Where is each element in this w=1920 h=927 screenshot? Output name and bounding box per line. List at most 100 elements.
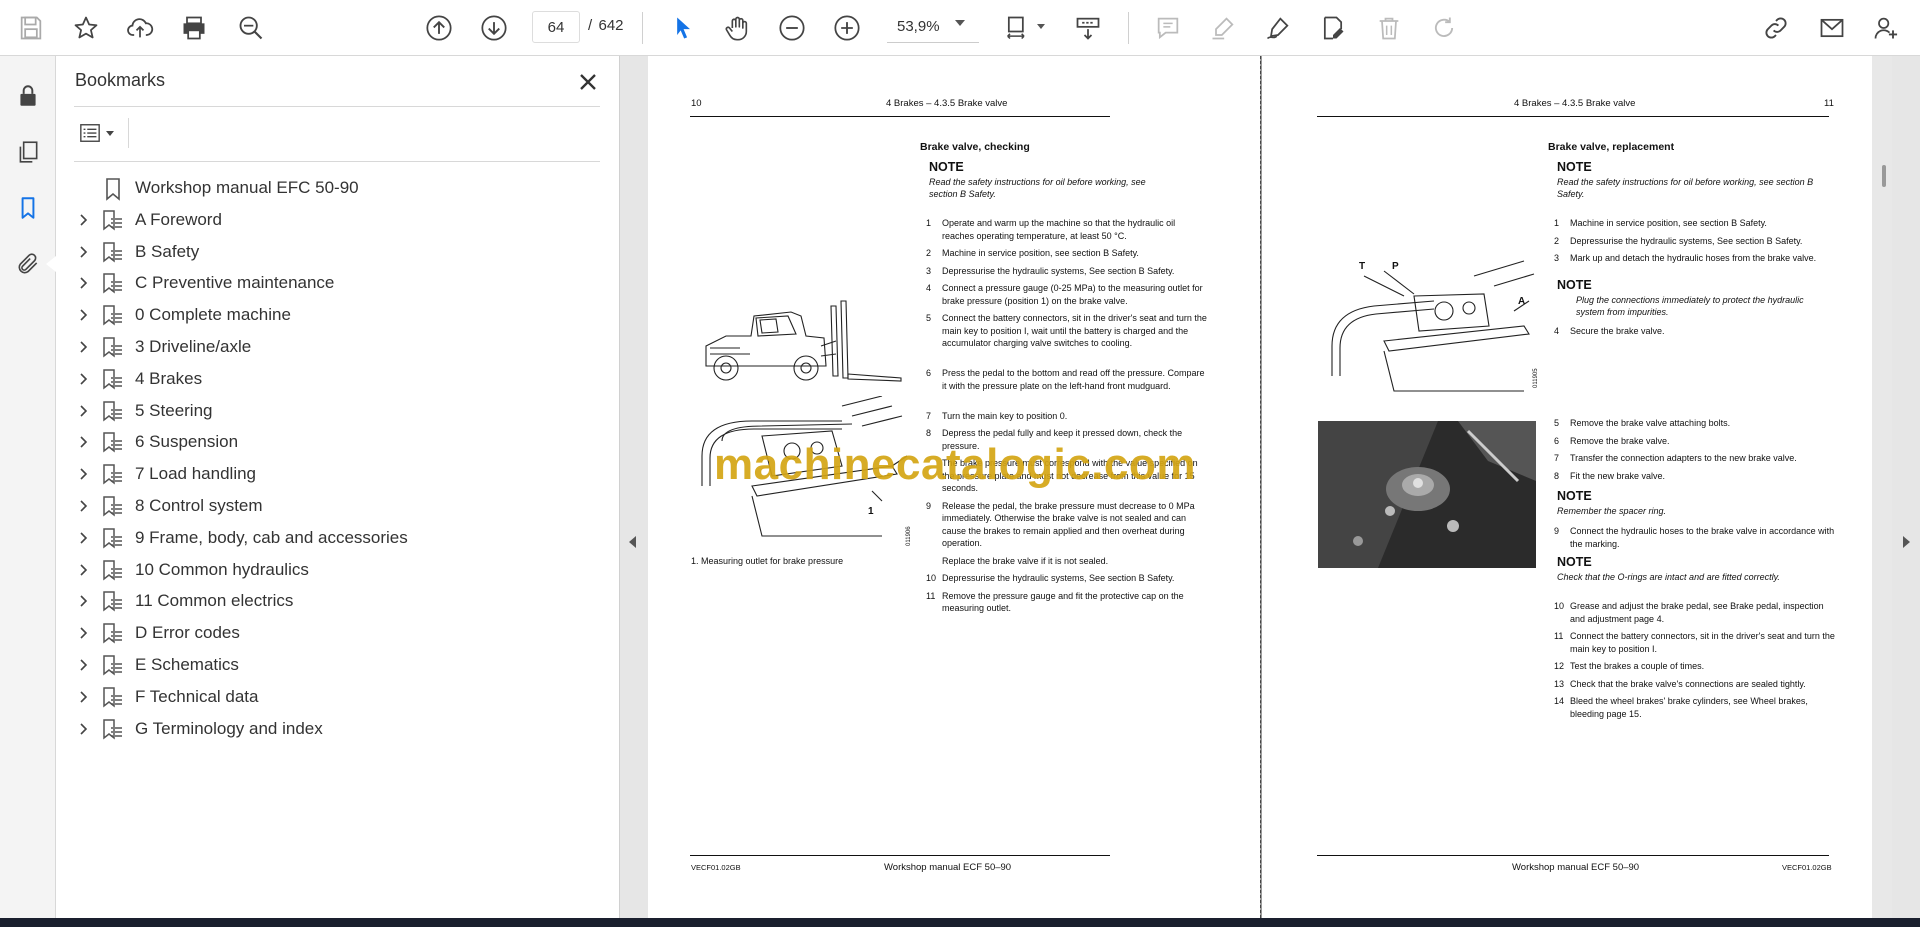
scroll-mode-icon[interactable] bbox=[1068, 8, 1108, 48]
zoom-search-icon[interactable] bbox=[231, 8, 271, 48]
header-rule bbox=[690, 116, 1110, 117]
brake-valve-photo bbox=[1318, 421, 1536, 568]
zoom-in-icon[interactable] bbox=[827, 8, 867, 48]
bookmark-item[interactable]: D Error codes bbox=[66, 615, 606, 651]
watermark-text: machinecatalogic.com bbox=[714, 440, 1196, 489]
expand-right-panel[interactable] bbox=[1892, 56, 1920, 918]
rotate-icon[interactable] bbox=[1424, 8, 1464, 48]
star-icon[interactable] bbox=[66, 8, 106, 48]
label-p: P bbox=[1392, 261, 1399, 272]
bookmark-item[interactable]: 3 Driveline/axle bbox=[66, 329, 606, 365]
bookmark-panel-icon[interactable] bbox=[8, 188, 48, 228]
bookmark-item[interactable]: B Safety bbox=[66, 234, 606, 270]
zoom-out-icon[interactable] bbox=[772, 8, 812, 48]
chevron-right-icon[interactable] bbox=[76, 499, 90, 513]
chevron-down-icon[interactable] bbox=[1037, 24, 1045, 29]
scrollbar-thumb[interactable] bbox=[1882, 165, 1886, 187]
chevron-right-icon[interactable] bbox=[76, 467, 90, 481]
chevron-right-icon[interactable] bbox=[76, 404, 90, 418]
upload-cloud-icon[interactable] bbox=[120, 8, 160, 48]
select-cursor-icon[interactable] bbox=[663, 8, 703, 48]
bookmark-item[interactable]: F Technical data bbox=[66, 679, 606, 715]
label-t: T bbox=[1359, 261, 1366, 272]
chevron-right-icon[interactable] bbox=[76, 722, 90, 736]
email-icon[interactable] bbox=[1812, 8, 1852, 48]
highlight-pen-icon[interactable] bbox=[1203, 8, 1243, 48]
bookmark-item[interactable]: 11 Common electrics bbox=[66, 583, 606, 619]
figure-code: 011906 bbox=[906, 526, 912, 546]
save-icon[interactable] bbox=[11, 8, 51, 48]
share-link-icon[interactable] bbox=[1756, 8, 1796, 48]
delete-icon[interactable] bbox=[1369, 8, 1409, 48]
bookmark-item[interactable]: G Terminology and index bbox=[66, 711, 606, 747]
page-number-input[interactable] bbox=[532, 11, 580, 43]
chevron-right-icon[interactable] bbox=[76, 276, 90, 290]
next-page-icon[interactable] bbox=[474, 8, 514, 48]
bookmark-with-children-icon bbox=[103, 591, 122, 612]
edit-document-icon[interactable] bbox=[1313, 8, 1353, 48]
step-text: Machine in service position, see section… bbox=[1570, 218, 1767, 228]
step-text: Depressurise the hydraulic systems, See … bbox=[942, 265, 1175, 276]
chevron-right-icon[interactable] bbox=[76, 690, 90, 704]
bookmark-label: F Technical data bbox=[135, 686, 259, 706]
collapse-left-panel[interactable] bbox=[620, 56, 648, 918]
print-icon[interactable] bbox=[174, 8, 214, 48]
chevron-down-icon bbox=[106, 130, 114, 136]
attachment-icon[interactable] bbox=[8, 244, 48, 284]
page-fit-icon[interactable] bbox=[997, 8, 1037, 48]
chevron-right-icon[interactable] bbox=[76, 213, 90, 227]
bookmark-item[interactable]: E Schematics bbox=[66, 647, 606, 683]
bookmark-item[interactable]: 0 Complete machine bbox=[66, 297, 606, 333]
bookmark-item[interactable]: 7 Load handling bbox=[66, 456, 606, 492]
bookmark-with-children-icon bbox=[103, 496, 122, 517]
bookmark-item[interactable]: 6 Suspension bbox=[66, 424, 606, 460]
chevron-right-icon[interactable] bbox=[76, 308, 90, 322]
bookmark-with-children-icon bbox=[103, 528, 122, 549]
bookmark-with-children-icon bbox=[103, 559, 122, 581]
chevron-right-icon[interactable] bbox=[76, 563, 90, 577]
bookmark-label: C Preventive maintenance bbox=[135, 273, 335, 293]
zoom-level-select[interactable]: 53,9% bbox=[887, 11, 979, 43]
lock-icon[interactable] bbox=[8, 76, 48, 116]
pages-thumbnails-icon[interactable] bbox=[8, 132, 48, 172]
previous-page-icon[interactable] bbox=[419, 8, 459, 48]
bookmark-item[interactable]: 4 Brakes bbox=[66, 361, 606, 397]
zoom-level-value: 53,9% bbox=[897, 18, 940, 35]
close-icon[interactable] bbox=[574, 68, 602, 96]
bookmark-item[interactable]: 10 Common hydraulics bbox=[66, 552, 606, 588]
bookmark-item[interactable]: 8 Control system bbox=[66, 488, 606, 524]
comment-icon[interactable] bbox=[1148, 8, 1188, 48]
add-user-icon[interactable] bbox=[1866, 8, 1906, 48]
footer-code: VECF01.02GB bbox=[1782, 863, 1832, 872]
bookmark-item[interactable]: A Foreword bbox=[66, 202, 606, 238]
bookmark-options-menu[interactable] bbox=[74, 118, 122, 148]
bookmark-item[interactable]: Workshop manual EFC 50-90 bbox=[66, 170, 606, 206]
chevron-right-icon[interactable] bbox=[76, 531, 90, 545]
footer-code: VECF01.02GB bbox=[691, 863, 741, 872]
bookmark-item[interactable]: C Preventive maintenance bbox=[66, 265, 606, 301]
hand-tool-icon[interactable] bbox=[717, 8, 757, 48]
step-number: 5 bbox=[1554, 418, 1560, 428]
step-text: Press the pedal to the bottom and read o… bbox=[942, 368, 1205, 391]
bookmark-label: G Terminology and index bbox=[135, 718, 323, 738]
chevron-right-icon[interactable] bbox=[76, 658, 90, 672]
footer-rule bbox=[690, 855, 1110, 856]
bookmark-label: Workshop manual EFC 50-90 bbox=[135, 178, 359, 197]
step-text: Check that the brake valve's connections… bbox=[1570, 678, 1806, 689]
chevron-right-icon[interactable] bbox=[76, 245, 90, 259]
chevron-right-icon[interactable] bbox=[76, 340, 90, 354]
bookmark-label: 8 Control system bbox=[135, 496, 263, 515]
chevron-down-icon[interactable] bbox=[955, 20, 965, 26]
sign-pen-icon[interactable] bbox=[1258, 8, 1298, 48]
step-number: 4 bbox=[1554, 326, 1560, 336]
chevron-right-icon[interactable] bbox=[76, 626, 90, 640]
divider bbox=[74, 161, 600, 162]
bookmark-with-children-icon bbox=[103, 210, 122, 231]
chevron-right-icon[interactable] bbox=[76, 594, 90, 608]
bookmark-item[interactable]: 5 Steering bbox=[66, 393, 606, 429]
bookmark-item[interactable]: 9 Frame, body, cab and accessories bbox=[66, 520, 606, 556]
step-text: Release the pedal, the brake pressure mu… bbox=[942, 500, 1195, 549]
page-divider bbox=[1260, 56, 1261, 918]
chevron-right-icon[interactable] bbox=[76, 372, 90, 386]
chevron-right-icon[interactable] bbox=[76, 435, 90, 449]
